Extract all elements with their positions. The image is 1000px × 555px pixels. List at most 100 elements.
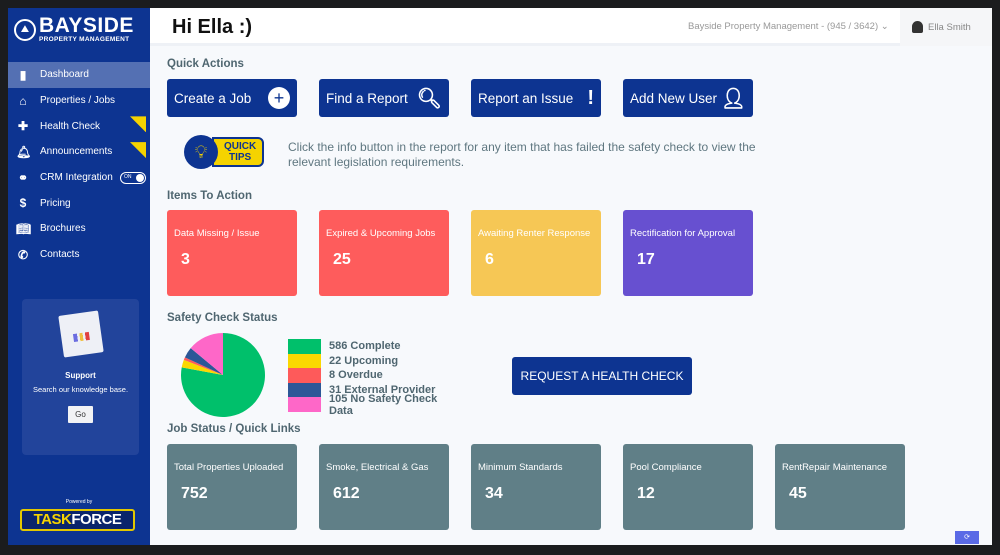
tips-label-bottom: TIPS — [229, 152, 252, 163]
create-job-button[interactable]: Create a Job + — [167, 79, 297, 117]
legend-label: 8 Overdue — [329, 369, 383, 382]
card-label: Rectification for Approval — [630, 228, 736, 239]
mountain-logo-icon: ⛰ — [14, 18, 36, 41]
brand-subtitle: PROPERTY MANAGEMENT — [39, 36, 130, 43]
legend-swatch — [288, 382, 321, 398]
job-status-card[interactable]: Total Properties Uploaded 752 — [167, 444, 297, 530]
sidebar-nav: ▮ Dashboard ⌂ Properties / Jobs ✚ Health Ch… — [8, 62, 150, 268]
sidebar-item-properties-jobs[interactable]: ⌂ Properties / Jobs — [8, 88, 150, 114]
safety-pie-chart — [181, 333, 265, 417]
sidebar-item-pricing[interactable]: $ Pricing — [8, 190, 150, 216]
action-card[interactable]: Awaiting Renter Response 6 — [471, 210, 601, 296]
card-label: Total Properties Uploaded — [174, 462, 284, 473]
safety-check-title: Safety Check Status — [167, 312, 278, 324]
user-avatar-icon — [912, 21, 923, 33]
plus-circle-icon: ✚ — [17, 119, 29, 134]
sidebar-item-label: Brochures — [40, 223, 86, 235]
legend-item: 105 No Safety Check Data — [288, 393, 461, 417]
card-value: 17 — [637, 251, 655, 268]
sidebar-item-label: CRM Integration — [40, 172, 113, 184]
legend-label: 586 Complete — [329, 340, 401, 353]
sidebar-item-brochures[interactable]: 📖︎ Brochures — [8, 216, 150, 242]
legend-item: 22 Upcoming — [288, 353, 461, 369]
tips-label-top: QUICK — [224, 141, 257, 152]
card-label: Expired & Upcoming Jobs — [326, 228, 436, 239]
sidebar-item-dashboard[interactable]: ▮ Dashboard — [8, 62, 150, 88]
action-card[interactable]: Expired & Upcoming Jobs 25 — [319, 210, 449, 296]
support-title: Support — [65, 371, 96, 380]
button-label: Report an Issue — [478, 90, 574, 106]
app-window: ⛰ BAYSIDE PROPERTY MANAGEMENT ▮ Dashboard … — [8, 8, 992, 545]
card-value: 12 — [637, 485, 655, 502]
safety-legend: 586 Complete 22 Upcoming 8 Overdue 31 Exter… — [288, 339, 461, 417]
request-health-check-button[interactable]: REQUEST A HEALTH CHECK — [512, 357, 692, 395]
legend-swatch — [288, 339, 321, 354]
sidebar-item-label: Contacts — [40, 249, 80, 261]
sidebar-item-label: Dashboard — [40, 69, 89, 81]
bell-icon: 🔔︎ — [16, 144, 32, 159]
card-value: 612 — [333, 485, 360, 502]
sidebar-item-label: Properties / Jobs — [40, 95, 116, 107]
job-status-card[interactable]: Pool Compliance 12 — [623, 444, 753, 530]
dollar-icon: $ — [19, 196, 27, 211]
card-value: 45 — [789, 485, 807, 502]
new-badge — [130, 116, 146, 133]
job-status-card[interactable]: RentRepair Maintenance 45 — [775, 444, 905, 530]
support-go-button[interactable]: Go — [68, 406, 93, 423]
sidebar-item-health-check[interactable]: ✚ Health Check — [8, 113, 150, 139]
add-new-user-button[interactable]: Add New User 👤︎ — [623, 79, 753, 117]
user-icon: 👤︎ — [720, 87, 746, 110]
legend-swatch — [288, 397, 321, 412]
legend-label: 105 No Safety Check Data — [329, 392, 438, 417]
home-icon: ⌂ — [19, 93, 27, 108]
card-label: Awaiting Renter Response — [478, 228, 591, 239]
button-label: Find a Report — [326, 90, 408, 106]
sidebar-item-label: Announcements — [40, 146, 113, 158]
job-status-title: Job Status / Quick Links — [167, 423, 301, 435]
report-issue-button[interactable]: Report an Issue! — [471, 79, 601, 117]
refresh-icon[interactable]: ⟳ — [955, 531, 979, 544]
card-label: Minimum Standards — [478, 462, 563, 473]
action-card[interactable]: Data Missing / Issue 3 — [167, 210, 297, 296]
top-header: Hi Ella :) Bayside Property Management -… — [150, 8, 992, 46]
items-to-action-title: Items To Action — [167, 190, 252, 202]
legend-swatch — [288, 353, 321, 369]
card-label: Pool Compliance — [630, 462, 702, 473]
job-status-card[interactable]: Minimum Standards 34 — [471, 444, 601, 530]
bar-chart-icon: ▮ — [19, 67, 27, 82]
card-value: 752 — [181, 485, 208, 502]
organization-dropdown[interactable]: Bayside Property Management - (945 / 364… — [688, 21, 889, 32]
sidebar-item-crm-integration[interactable]: ⚭ CRM Integration ON — [8, 165, 150, 191]
find-report-button[interactable]: Find a Report 🔍︎ — [319, 79, 449, 117]
sidebar-item-label: Health Check — [40, 120, 101, 132]
user-menu[interactable]: Ella Smith — [900, 8, 992, 46]
sidebar-item-label: Pricing — [40, 197, 71, 209]
card-value: 6 — [485, 251, 494, 268]
plus-circle-icon: + — [268, 87, 290, 109]
phone-icon: ✆ — [17, 247, 29, 262]
handshake-icon: ⚭ — [17, 170, 29, 185]
quick-tips-badge: 💡︎ QUICK TIPS — [184, 135, 265, 169]
exclamation-icon: ! — [587, 86, 594, 109]
greeting-title: Hi Ella :) — [172, 16, 253, 38]
legend-item: 586 Complete — [288, 339, 461, 354]
card-value: 34 — [485, 485, 503, 502]
brand-logo[interactable]: ⛰ BAYSIDE PROPERTY MANAGEMENT — [14, 15, 134, 43]
lightbulb-icon: 💡︎ — [184, 135, 218, 169]
support-panel: Support Search our knowledge base. Go — [22, 299, 139, 455]
new-badge — [130, 142, 146, 159]
search-icon: 🔍︎ — [416, 87, 442, 110]
button-label: Create a Job — [174, 90, 252, 106]
user-name: Ella Smith — [928, 21, 971, 33]
crm-toggle[interactable]: ON — [120, 171, 146, 184]
quick-actions-title: Quick Actions — [167, 58, 244, 70]
card-label: Smoke, Electrical & Gas — [326, 462, 429, 473]
job-status-card[interactable]: Smoke, Electrical & Gas 612 — [319, 444, 449, 530]
sidebar-item-announcements[interactable]: 🔔︎ Announcements — [8, 139, 150, 165]
documents-illustration-icon — [57, 310, 104, 358]
legend-label: 22 Upcoming — [329, 354, 399, 367]
action-card[interactable]: Rectification for Approval 17 — [623, 210, 753, 296]
card-value: 3 — [181, 251, 190, 268]
taskforce-logo[interactable]: TASKFORCE — [20, 509, 135, 531]
sidebar-item-contacts[interactable]: ✆ Contacts — [8, 242, 150, 268]
